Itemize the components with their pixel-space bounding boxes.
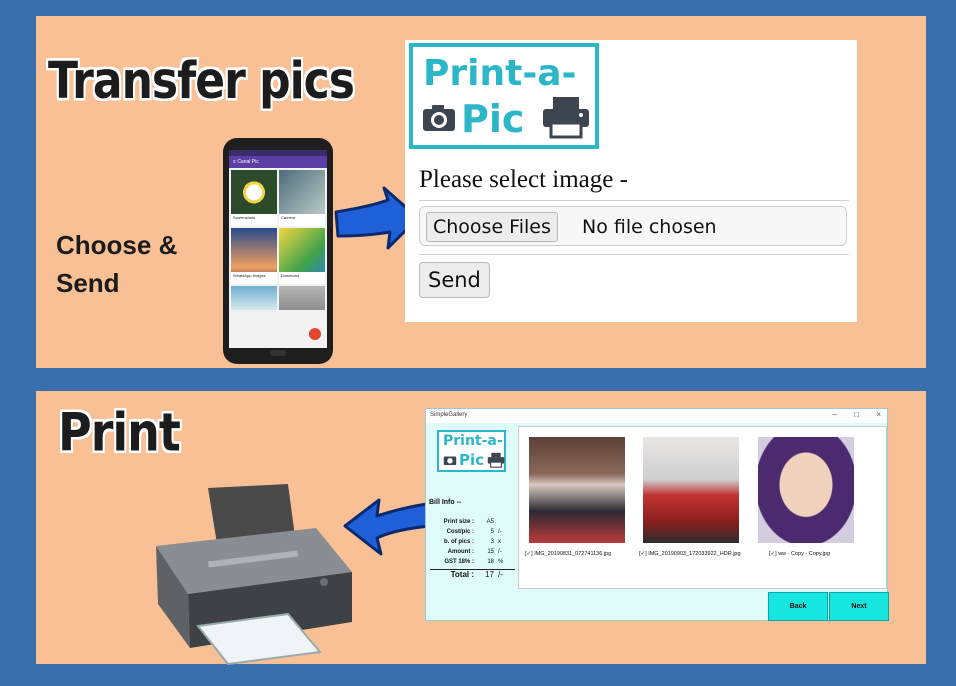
divider	[419, 200, 849, 201]
maximize-icon[interactable]: □	[854, 410, 859, 419]
bill-row: Amount : 15 /-	[430, 547, 515, 557]
phone-home-button	[270, 350, 286, 356]
print-panel: Print SimpleGallery – □ × Print-a- Pic B…	[36, 391, 926, 666]
logo-text-line1: Print-a-	[423, 53, 577, 94]
bill-value: 15	[487, 549, 494, 555]
send-button[interactable]: Send	[419, 262, 490, 298]
camera-icon	[423, 105, 455, 131]
bill-value: A5	[486, 519, 494, 525]
phone-device: ≡ Canal Pic Screenshots Camera WhatsApp …	[223, 138, 333, 364]
menu-icon[interactable]: ≡	[233, 159, 236, 165]
minimize-icon[interactable]: –	[833, 410, 837, 419]
phone-screen: ≡ Canal Pic Screenshots Camera WhatsApp …	[229, 150, 327, 348]
no-file-chosen-text: No file chosen	[582, 216, 717, 238]
bill-unit: %	[498, 559, 504, 565]
upload-form: Print-a- Pic Please select image - Choos…	[405, 40, 857, 322]
bill-unit	[498, 517, 512, 527]
bill-value: 3	[490, 539, 494, 545]
bill-info-title: Bill Info --	[429, 499, 462, 506]
album-name: Camera	[281, 215, 296, 220]
choose-label-line1: Choose &	[56, 230, 178, 260]
bill-label: Cost/pic :	[446, 529, 474, 535]
bill-row: b. of pics : 3 x	[430, 537, 515, 547]
window-titlebar: SimpleGallery – □ ×	[426, 409, 887, 423]
album-tile[interactable]: Download	[279, 228, 325, 284]
file-input[interactable]: Choose Files No file chosen	[419, 206, 847, 246]
printer-icon	[487, 452, 505, 468]
back-button[interactable]: Back	[768, 592, 828, 621]
album-grid: Screenshots Camera WhatsApp Images Downl…	[229, 168, 327, 312]
phone-app-title: Canal Pic	[237, 159, 259, 165]
photo-caption-checkbox[interactable]: [✓] IMG_20190903_172033922_HDR.jpg	[639, 551, 741, 557]
photo-caption-checkbox[interactable]: [✓] ww - Copy - Copy.jpg	[769, 551, 830, 557]
album-tile[interactable]: WhatsApp Images	[231, 228, 277, 284]
logo-text-line2: Pic	[461, 97, 525, 141]
bill-label: b. of pics :	[444, 539, 474, 545]
bill-row: Print size : A5	[430, 517, 515, 527]
bill-total-value: 17	[485, 570, 494, 579]
divider	[419, 254, 849, 255]
transfer-panel: Transfer pics Choose & Send ≡ Canal Pic …	[36, 16, 926, 368]
photo-thumbnail[interactable]	[643, 437, 739, 543]
bill-table: Print size : A5 Cost/pic : 5 /- b. of pi…	[430, 517, 515, 579]
print-title: Print	[58, 401, 181, 464]
window-title: SimpleGallery	[430, 412, 468, 418]
bill-label: Amount :	[447, 549, 474, 555]
photo-thumbnail[interactable]	[758, 437, 854, 543]
bill-row: GST 18% : 18 %	[430, 557, 515, 567]
bill-label: Print size :	[443, 519, 474, 525]
select-image-prompt: Please select image -	[419, 166, 628, 193]
photo-caption-checkbox[interactable]: [✓] IMG_20190831_072741136.jpg	[525, 551, 611, 557]
bill-value: 18	[487, 559, 494, 565]
bill-row: Cost/pic : 5 /-	[430, 527, 515, 537]
album-tile[interactable]	[279, 286, 325, 310]
printer-icon	[543, 97, 589, 139]
printer-illustration-icon	[156, 484, 352, 666]
bill-total-row: Total : 17 /-	[430, 569, 515, 579]
print-a-pic-logo: Print-a- Pic	[437, 430, 506, 472]
next-button[interactable]: Next	[829, 592, 889, 621]
arrow-left-icon	[343, 498, 431, 556]
transfer-title: Transfer pics	[48, 52, 355, 111]
camera-icon	[443, 456, 457, 466]
camera-fab-button[interactable]	[309, 328, 321, 340]
choose-send-label: Choose & Send	[56, 226, 216, 302]
logo-text-line1: Print-a-	[443, 433, 503, 449]
album-tile[interactable]: Camera	[279, 170, 325, 226]
album-name: Download	[281, 273, 299, 278]
album-name: WhatsApp Images	[233, 273, 266, 278]
bill-total-unit: /-	[498, 570, 503, 579]
album-tile[interactable]: Screenshots	[231, 170, 277, 226]
bill-label: GST 18% :	[444, 559, 474, 565]
phone-app-bar: ≡ Canal Pic	[229, 156, 327, 168]
bill-value: 5	[490, 529, 494, 535]
print-a-pic-logo: Print-a- Pic	[409, 43, 599, 149]
choose-label-line2: Send	[56, 268, 120, 298]
bill-unit: x	[498, 539, 501, 545]
bill-unit: /-	[498, 529, 502, 535]
photo-grid: [✓] IMG_20190831_072741136.jpg [✓] IMG_2…	[518, 426, 887, 589]
bill-unit: /-	[498, 549, 502, 555]
album-tile[interactable]	[231, 286, 277, 310]
logo-text-line2: Pic	[459, 451, 485, 469]
choose-files-button[interactable]: Choose Files	[426, 212, 558, 242]
gallery-window: SimpleGallery – □ × Print-a- Pic Bill In…	[425, 408, 889, 621]
bill-total-label: Total :	[450, 570, 474, 579]
album-name: Screenshots	[233, 215, 256, 220]
photo-thumbnail[interactable]	[529, 437, 625, 543]
close-icon[interactable]: ×	[876, 410, 881, 419]
